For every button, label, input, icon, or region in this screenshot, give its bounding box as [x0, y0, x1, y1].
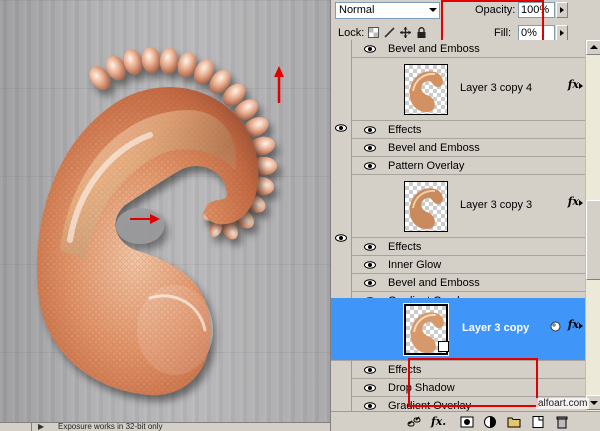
- effects-header-row[interactable]: Effects: [352, 121, 585, 139]
- layer-row[interactable]: Layer 3 copy 3 fx: [352, 175, 585, 238]
- eye-icon[interactable]: [364, 384, 376, 392]
- eye-icon[interactable]: [364, 366, 376, 374]
- group-folder-icon[interactable]: [507, 415, 521, 429]
- effect-row[interactable]: Pattern Overlay: [352, 157, 585, 175]
- fill-input[interactable]: 0%: [518, 25, 555, 41]
- status-message: Exposure works in 32-bit only: [58, 422, 163, 431]
- layers-panel: Normal Opacity: 100% Lock: Fill: 0% Beve…: [330, 0, 600, 431]
- effects-header-row[interactable]: Effects: [352, 238, 585, 256]
- status-doc-nav[interactable]: [2, 423, 32, 431]
- effect-row[interactable]: Inner Glow: [352, 256, 585, 274]
- document-canvas[interactable]: [0, 0, 330, 422]
- eye-icon[interactable]: [364, 144, 376, 152]
- lock-position-icon[interactable]: [400, 27, 411, 38]
- effect-row[interactable]: Bevel and Emboss: [352, 40, 585, 58]
- effect-row[interactable]: Bevel and Emboss: [352, 274, 585, 292]
- effects-label: Effects: [388, 364, 422, 376]
- effects-header-row[interactable]: Effects: [352, 361, 585, 379]
- shell-body: [37, 87, 259, 396]
- layer-style-indicator-icon: [550, 321, 561, 332]
- scroll-thumb[interactable]: [586, 200, 600, 280]
- effect-row[interactable]: Drop Shadow: [352, 379, 585, 397]
- fx-badge-icon: fx: [567, 318, 579, 331]
- layer-thumbnail: [404, 181, 448, 232]
- opacity-label: Opacity:: [475, 4, 516, 16]
- lock-all-icon[interactable]: [416, 27, 427, 38]
- expand-effects-arrow-icon[interactable]: [579, 200, 583, 206]
- opacity-input[interactable]: 100%: [518, 2, 555, 18]
- effects-label: Effects: [388, 241, 422, 253]
- effect-name: Bevel and Emboss: [388, 43, 480, 55]
- fill-slider-button[interactable]: [556, 25, 568, 41]
- fx-badge-icon: fx: [567, 195, 579, 208]
- layer-name[interactable]: Layer 3 copy: [462, 322, 529, 334]
- expand-effects-arrow-icon[interactable]: [579, 323, 583, 329]
- eye-icon[interactable]: [364, 243, 376, 251]
- shell-artwork: [37, 47, 284, 396]
- effect-row[interactable]: Bevel and Emboss: [352, 139, 585, 157]
- chevron-down-icon: [429, 8, 437, 12]
- eye-icon[interactable]: [335, 124, 347, 132]
- red-arrow-up: [274, 66, 284, 103]
- fx-badge-icon: fx: [567, 78, 579, 91]
- blend-opacity-row: Normal Opacity: 100%: [331, 0, 600, 22]
- status-menu-arrow[interactable]: ▶: [38, 423, 46, 431]
- scroll-up-button[interactable]: [586, 40, 600, 55]
- blend-mode-value: Normal: [339, 4, 375, 16]
- effect-name: Inner Glow: [388, 259, 442, 271]
- eye-icon[interactable]: [335, 234, 347, 242]
- trash-icon[interactable]: [555, 415, 569, 429]
- site-watermark: alfoart.com: [536, 398, 590, 409]
- lock-transparency-icon[interactable]: [368, 27, 379, 38]
- layer-row[interactable]: Layer 3 copy 4 fx: [352, 58, 585, 121]
- blend-mode-select[interactable]: Normal: [335, 2, 440, 19]
- layer-name[interactable]: Layer 3 copy 3: [460, 199, 532, 211]
- effect-name: Bevel and Emboss: [388, 277, 480, 289]
- effect-name: Gradient Overlay: [388, 400, 472, 411]
- adjustment-layer-icon[interactable]: [483, 415, 497, 429]
- effect-name: Pattern Overlay: [388, 160, 465, 172]
- eye-icon[interactable]: [364, 279, 376, 287]
- layers-list: Bevel and Emboss Layer 3 copy 4 fx Effec…: [331, 40, 600, 411]
- eye-icon[interactable]: [364, 126, 376, 134]
- opacity-slider-button[interactable]: [556, 2, 568, 18]
- smart-object-badge-icon: [438, 341, 449, 352]
- eye-icon[interactable]: [364, 45, 376, 53]
- expand-effects-arrow-icon[interactable]: [579, 83, 583, 89]
- fx-icon[interactable]: fx.: [431, 415, 446, 429]
- eye-icon[interactable]: [364, 402, 376, 410]
- link-layers-icon[interactable]: [407, 415, 421, 429]
- effect-name: Drop Shadow: [388, 382, 455, 394]
- effect-name: Bevel and Emboss: [388, 142, 480, 154]
- lock-image-pixels-icon[interactable]: [384, 27, 395, 38]
- new-layer-icon[interactable]: [531, 415, 545, 429]
- layers-bottom-toolbar: fx.: [331, 411, 600, 431]
- fill-label: Fill:: [494, 27, 512, 39]
- layer-name[interactable]: Layer 3 copy 4: [460, 82, 532, 94]
- eye-icon[interactable]: [364, 261, 376, 269]
- layer-mask-icon[interactable]: [460, 415, 474, 429]
- layers-scrollbar[interactable]: [585, 40, 600, 411]
- status-bar: ▶ Exposure works in 32-bit only: [0, 422, 330, 431]
- lock-label: Lock:: [338, 27, 365, 39]
- effects-label: Effects: [388, 124, 422, 136]
- layer-thumbnail: [404, 64, 448, 115]
- layer-row-selected[interactable]: Layer 3 copy fx: [331, 298, 585, 361]
- eye-icon[interactable]: [364, 162, 376, 170]
